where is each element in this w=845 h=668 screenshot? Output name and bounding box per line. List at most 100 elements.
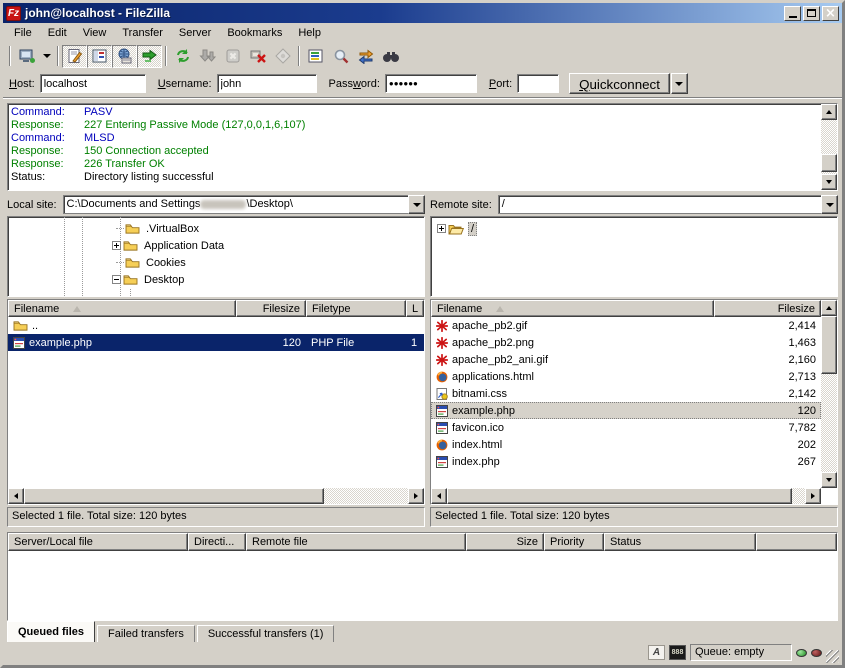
- scroll-right-button[interactable]: [408, 488, 424, 504]
- refresh-button[interactable]: [170, 45, 195, 68]
- disconnect-button[interactable]: [245, 45, 270, 68]
- scroll-up-button[interactable]: [821, 104, 837, 120]
- scroll-left-button[interactable]: [8, 488, 24, 504]
- file-row[interactable]: index.php 267: [431, 453, 821, 470]
- site-manager-button[interactable]: [14, 45, 39, 68]
- menu-file[interactable]: File: [6, 25, 40, 41]
- menu-server[interactable]: Server: [171, 25, 219, 41]
- titlebar[interactable]: Fz john@localhost - FileZilla ×: [3, 3, 842, 23]
- tab-failed-transfers[interactable]: Failed transfers: [97, 625, 195, 642]
- datatype-icon[interactable]: A: [648, 645, 665, 660]
- remote-vertical-scrollbar[interactable]: [821, 300, 837, 488]
- tree-item-root[interactable]: /: [437, 220, 477, 237]
- menu-transfer[interactable]: Transfer: [114, 25, 171, 41]
- host-input[interactable]: [44, 77, 142, 90]
- remote-directory-tree[interactable]: /: [430, 216, 838, 297]
- log-scrollbar[interactable]: [821, 104, 837, 190]
- file-row-example-php[interactable]: example.php 120 PHP File 1: [8, 334, 424, 351]
- tab-queued-files[interactable]: Queued files: [7, 621, 95, 642]
- remote-horizontal-scrollbar[interactable]: [431, 488, 821, 504]
- menu-help[interactable]: Help: [290, 25, 329, 41]
- queue-column-local-file[interactable]: Server/Local file: [8, 533, 188, 551]
- queue-body[interactable]: [8, 551, 837, 620]
- toggle-transfer-queue-button[interactable]: [137, 45, 162, 68]
- scroll-down-button[interactable]: [821, 472, 837, 488]
- parent-directory-row[interactable]: ..: [8, 317, 424, 334]
- scroll-thumb[interactable]: [821, 154, 837, 172]
- remote-path-combo[interactable]: /: [498, 195, 838, 214]
- tab-successful-transfers[interactable]: Successful transfers (1): [197, 625, 335, 642]
- directory-filters-button[interactable]: [303, 45, 328, 68]
- tree-expand-icon[interactable]: [437, 224, 446, 233]
- local-path-dropdown[interactable]: [408, 195, 425, 214]
- php-file-icon: [13, 337, 25, 349]
- tree-item-cookies[interactable]: Cookies: [116, 254, 188, 271]
- local-column-lastmodified[interactable]: L: [406, 300, 424, 317]
- toggle-remote-tree-button[interactable]: [112, 45, 137, 68]
- quickconnect-dropdown[interactable]: [671, 73, 688, 94]
- port-input[interactable]: [521, 77, 555, 90]
- directory-comparison-button[interactable]: [328, 45, 353, 68]
- file-row[interactable]: favicon.ico 7,782: [431, 419, 821, 436]
- maximize-icon: [807, 9, 816, 17]
- local-directory-tree[interactable]: .VirtualBox Application Data Cookies Des…: [7, 216, 425, 297]
- local-path-value[interactable]: C:\Documents and Settings\Desktop\: [63, 195, 408, 214]
- cancel-button[interactable]: [220, 45, 245, 68]
- quickconnect-button[interactable]: Quickconnect: [569, 73, 670, 94]
- local-column-filesize[interactable]: Filesize: [236, 300, 306, 317]
- local-path-combo[interactable]: C:\Documents and Settings\Desktop\: [63, 195, 425, 214]
- queue-column-size[interactable]: Size: [466, 533, 544, 551]
- quickconnect-bar: Host: Username: Password: Port: Quickcon…: [3, 69, 842, 99]
- find-files-button[interactable]: [378, 45, 403, 68]
- process-queue-button[interactable]: [195, 45, 220, 68]
- synchronized-browsing-button[interactable]: [353, 45, 378, 68]
- scroll-thumb[interactable]: [447, 488, 792, 504]
- folder-icon: [123, 273, 138, 286]
- tree-item-virtualbox[interactable]: .VirtualBox: [116, 220, 201, 237]
- menu-view[interactable]: View: [75, 25, 115, 41]
- remote-column-filesize[interactable]: Filesize: [714, 300, 821, 317]
- menu-bookmarks[interactable]: Bookmarks: [219, 25, 290, 41]
- toggle-message-log-button[interactable]: [62, 45, 87, 68]
- local-column-filetype[interactable]: Filetype: [306, 300, 406, 317]
- file-row[interactable]: bitnami.css 2,142: [431, 385, 821, 402]
- toggle-local-tree-button[interactable]: [87, 45, 112, 68]
- local-file-list-body[interactable]: .. example.php 120 PHP File 1: [8, 317, 424, 488]
- file-row[interactable]: applications.html 2,713: [431, 368, 821, 385]
- scroll-up-button[interactable]: [821, 300, 837, 316]
- username-input[interactable]: [221, 77, 313, 90]
- file-row-selected[interactable]: example.php 120: [431, 402, 821, 419]
- scroll-down-button[interactable]: [821, 174, 837, 190]
- scroll-right-button[interactable]: [805, 488, 821, 504]
- remote-file-list-body[interactable]: apache_pb2.gif 2,414 apache_pb2.png 1,46…: [431, 317, 821, 488]
- local-horizontal-scrollbar[interactable]: [8, 488, 424, 504]
- local-column-filename[interactable]: Filename: [8, 300, 236, 317]
- tree-collapse-icon[interactable]: [112, 275, 121, 284]
- file-row[interactable]: apache_pb2.gif 2,414: [431, 317, 821, 334]
- scroll-left-button[interactable]: [431, 488, 447, 504]
- maximize-button[interactable]: [803, 6, 820, 21]
- close-button[interactable]: ×: [822, 6, 839, 21]
- queue-column-direction[interactable]: Directi...: [188, 533, 246, 551]
- scroll-thumb[interactable]: [821, 316, 837, 374]
- queue-column-status[interactable]: Status: [604, 533, 756, 551]
- queue-column-priority[interactable]: Priority: [544, 533, 604, 551]
- file-row[interactable]: apache_pb2_ani.gif 2,160: [431, 351, 821, 368]
- site-manager-dropdown[interactable]: [39, 45, 54, 68]
- password-input[interactable]: [389, 77, 473, 90]
- tree-item-desktop[interactable]: Desktop: [112, 271, 186, 288]
- speed-limits-icon[interactable]: 888: [669, 645, 686, 660]
- queue-column-remote-file[interactable]: Remote file: [246, 533, 466, 551]
- resize-grip[interactable]: [826, 650, 839, 663]
- reconnect-button[interactable]: [270, 45, 295, 68]
- menu-edit[interactable]: Edit: [40, 25, 75, 41]
- remote-path-value[interactable]: /: [498, 195, 821, 214]
- file-row[interactable]: apache_pb2.png 1,463: [431, 334, 821, 351]
- tree-expand-icon[interactable]: [112, 241, 121, 250]
- minimize-button[interactable]: [784, 6, 801, 21]
- scroll-thumb[interactable]: [24, 488, 324, 504]
- remote-column-filename[interactable]: Filename: [431, 300, 714, 317]
- tree-item-application-data[interactable]: Application Data: [112, 237, 226, 254]
- file-row[interactable]: index.html 202: [431, 436, 821, 453]
- remote-path-dropdown[interactable]: [821, 195, 838, 214]
